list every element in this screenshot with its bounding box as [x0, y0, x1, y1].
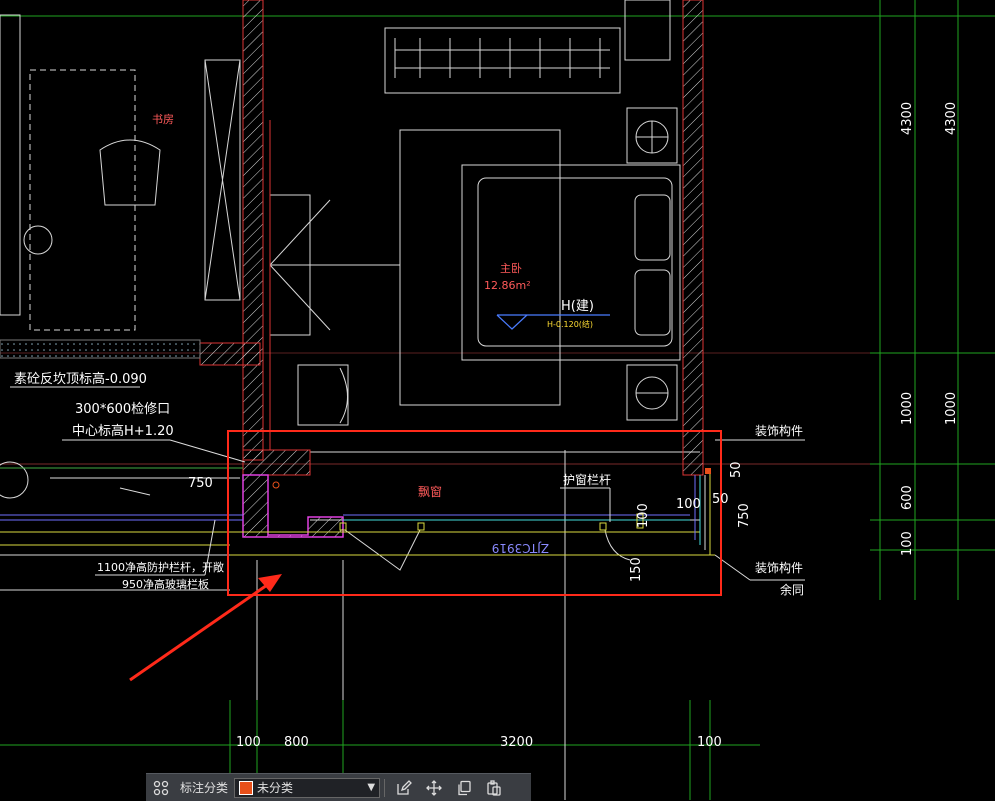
dim-b100b: 100: [697, 735, 722, 750]
dim-750: 750: [188, 476, 213, 491]
level-mark: H(建): [561, 299, 594, 314]
dim-600: 600: [900, 485, 915, 510]
note-bay: 飘窗: [418, 485, 442, 499]
dim-100a: 100: [676, 497, 701, 512]
paste-icon[interactable]: [479, 774, 509, 801]
note-rail-1: 1100净高防护栏杆，开敞: [97, 560, 224, 574]
level-sub: H-0.120(结): [547, 319, 593, 329]
edit-icon[interactable]: [389, 774, 419, 801]
note-access-1: 300*600检修口: [75, 402, 170, 417]
note-guardrail: 护窗栏杆: [563, 472, 611, 487]
note-same: 余同: [780, 582, 804, 597]
category-value: 未分类: [257, 781, 294, 795]
note-access-2: 中心标高H+1.20: [72, 423, 174, 439]
chevron-down-icon: ▼: [367, 782, 376, 793]
move-icon[interactable]: [419, 774, 449, 801]
room-label-study: 书房: [152, 113, 174, 126]
dim-150: 150: [629, 557, 644, 582]
dim-750b: 750: [737, 503, 752, 528]
dim-100r: 100: [900, 531, 915, 556]
annotation-toolbar: 标注分类 未分类 ▼: [146, 773, 531, 801]
dim-b800: 800: [284, 735, 309, 750]
window-code: ZJTC3919: [492, 541, 549, 555]
category-swatch: [239, 780, 254, 795]
dim-1000b: 1000: [944, 392, 959, 425]
dim-1000a: 1000: [900, 392, 915, 425]
dim-4300b: 4300: [944, 102, 959, 135]
category-label: 标注分类: [180, 781, 229, 795]
dim-b100a: 100: [236, 735, 261, 750]
grid-icon[interactable]: [146, 774, 176, 801]
dim-100b: 100: [636, 503, 651, 528]
dim-b3200: 3200: [500, 735, 533, 750]
room-label-master: 主卧: [500, 262, 522, 275]
note-deco-top: 装饰构件: [755, 423, 803, 438]
note-deco-bottom: 装饰构件: [755, 560, 803, 575]
copy-icon[interactable]: [449, 774, 479, 801]
cad-drawing-canvas[interactable]: 书房 主卧 12.86m² H(建) H-0.120(结) 素砼反坎顶标高-0.…: [0, 0, 995, 800]
category-select[interactable]: 未分类 ▼: [234, 777, 381, 798]
dim-50a: 50: [712, 492, 729, 507]
toolbar-divider: [384, 778, 386, 797]
room-area: 12.86m²: [484, 279, 531, 292]
note-rail-2: 950净高玻璃栏板: [122, 577, 209, 591]
dim-4300a: 4300: [900, 102, 915, 135]
dim-50b: 50: [729, 461, 744, 478]
note-floor: 素砼反坎顶标高-0.090: [14, 371, 147, 387]
